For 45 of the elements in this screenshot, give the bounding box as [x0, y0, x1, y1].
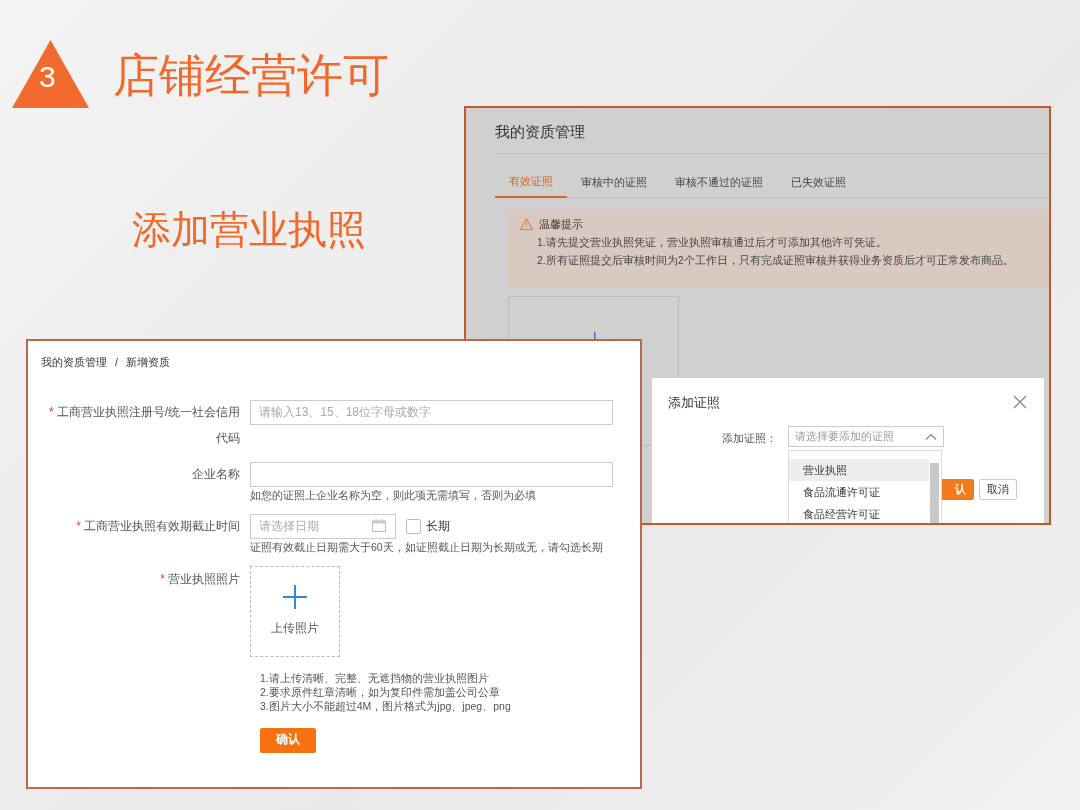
breadcrumb-separator: / [115, 355, 118, 370]
notice-text: 2.所有证照提交后审核时间为2个工作日，只有完成证照审核并获得业务资质后才可正常发布商品。 [537, 252, 1015, 268]
help-text: 证照有效截止日期需大于60天，如证照截止日期为长期或无，请勾选长期 [250, 539, 604, 555]
note-text: 1.请上传清晰、完整、无遮挡物的营业执照图片 [260, 670, 490, 685]
calendar-icon [372, 519, 386, 533]
slide-title: 店铺经营许可 [113, 48, 389, 103]
field-label: 工商营业执照有效期截止时间 [84, 519, 240, 534]
dropdown-option[interactable]: 食品经营许可证 [789, 503, 929, 523]
dialog-title: 添加证照 [668, 395, 720, 412]
select-placeholder: 请选择要添加的证照 [795, 428, 894, 444]
note-text: 3.图片大小不能超过4M，图片格式为jpg、jpeg、png [260, 698, 512, 713]
page-title: 我的资质管理 [495, 122, 585, 142]
field-label: 添加证照： [722, 431, 777, 446]
field-label: 工商营业执照注册号/统一社会信用代码 [56, 405, 240, 445]
checkbox[interactable] [406, 518, 421, 534]
breadcrumb-current: 新增资质 [125, 355, 170, 370]
checkbox-label: 长期 [426, 518, 450, 535]
warning-icon [520, 218, 533, 231]
tab[interactable]: 审核中的证照 [567, 166, 661, 198]
dropdown-option[interactable]: 营业执照 [789, 459, 929, 481]
required-mark: * [49, 405, 54, 419]
cancel-button[interactable]: 取消 [979, 479, 1017, 500]
notice-text: 1.请先提交营业执照凭证，营业执照审核通过后才可添加其他许可凭证。 [537, 234, 888, 250]
caret-icon [925, 433, 937, 440]
field-label: 企业名称 [192, 467, 240, 481]
required-mark: * [76, 519, 81, 534]
text-field[interactable]: 请输入13、15、18位字母或数字 [250, 399, 613, 425]
upload-area[interactable]: 上传照片 [250, 565, 340, 657]
close-icon[interactable] [1013, 395, 1027, 409]
help-text: 如您的证照上企业名称为空，则此项无需填写，否则为必填 [250, 487, 537, 503]
slide-subtitle: 添加营业执照 [132, 207, 366, 253]
note-text: 2.要求原件红章清晰，如为复印件需加盖公司公章 [260, 684, 501, 699]
text-field[interactable] [250, 461, 613, 487]
field-label: 营业执照照片 [168, 571, 240, 586]
step-triangle-icon [12, 40, 89, 108]
tab[interactable]: 审核不通过的证照 [661, 166, 777, 198]
upload-label: 上传照片 [271, 620, 319, 637]
tab[interactable]: 已失效证照 [777, 166, 860, 198]
date-field[interactable]: 请选择日期 [250, 513, 396, 539]
step-number: 3 [39, 59, 56, 95]
required-mark: * [160, 571, 165, 586]
breadcrumb-link[interactable]: 我的资质管理 [41, 355, 107, 371]
scrollbar[interactable] [930, 463, 939, 523]
notice-heading: 温馨提示 [539, 217, 583, 232]
plus-icon [283, 585, 307, 609]
